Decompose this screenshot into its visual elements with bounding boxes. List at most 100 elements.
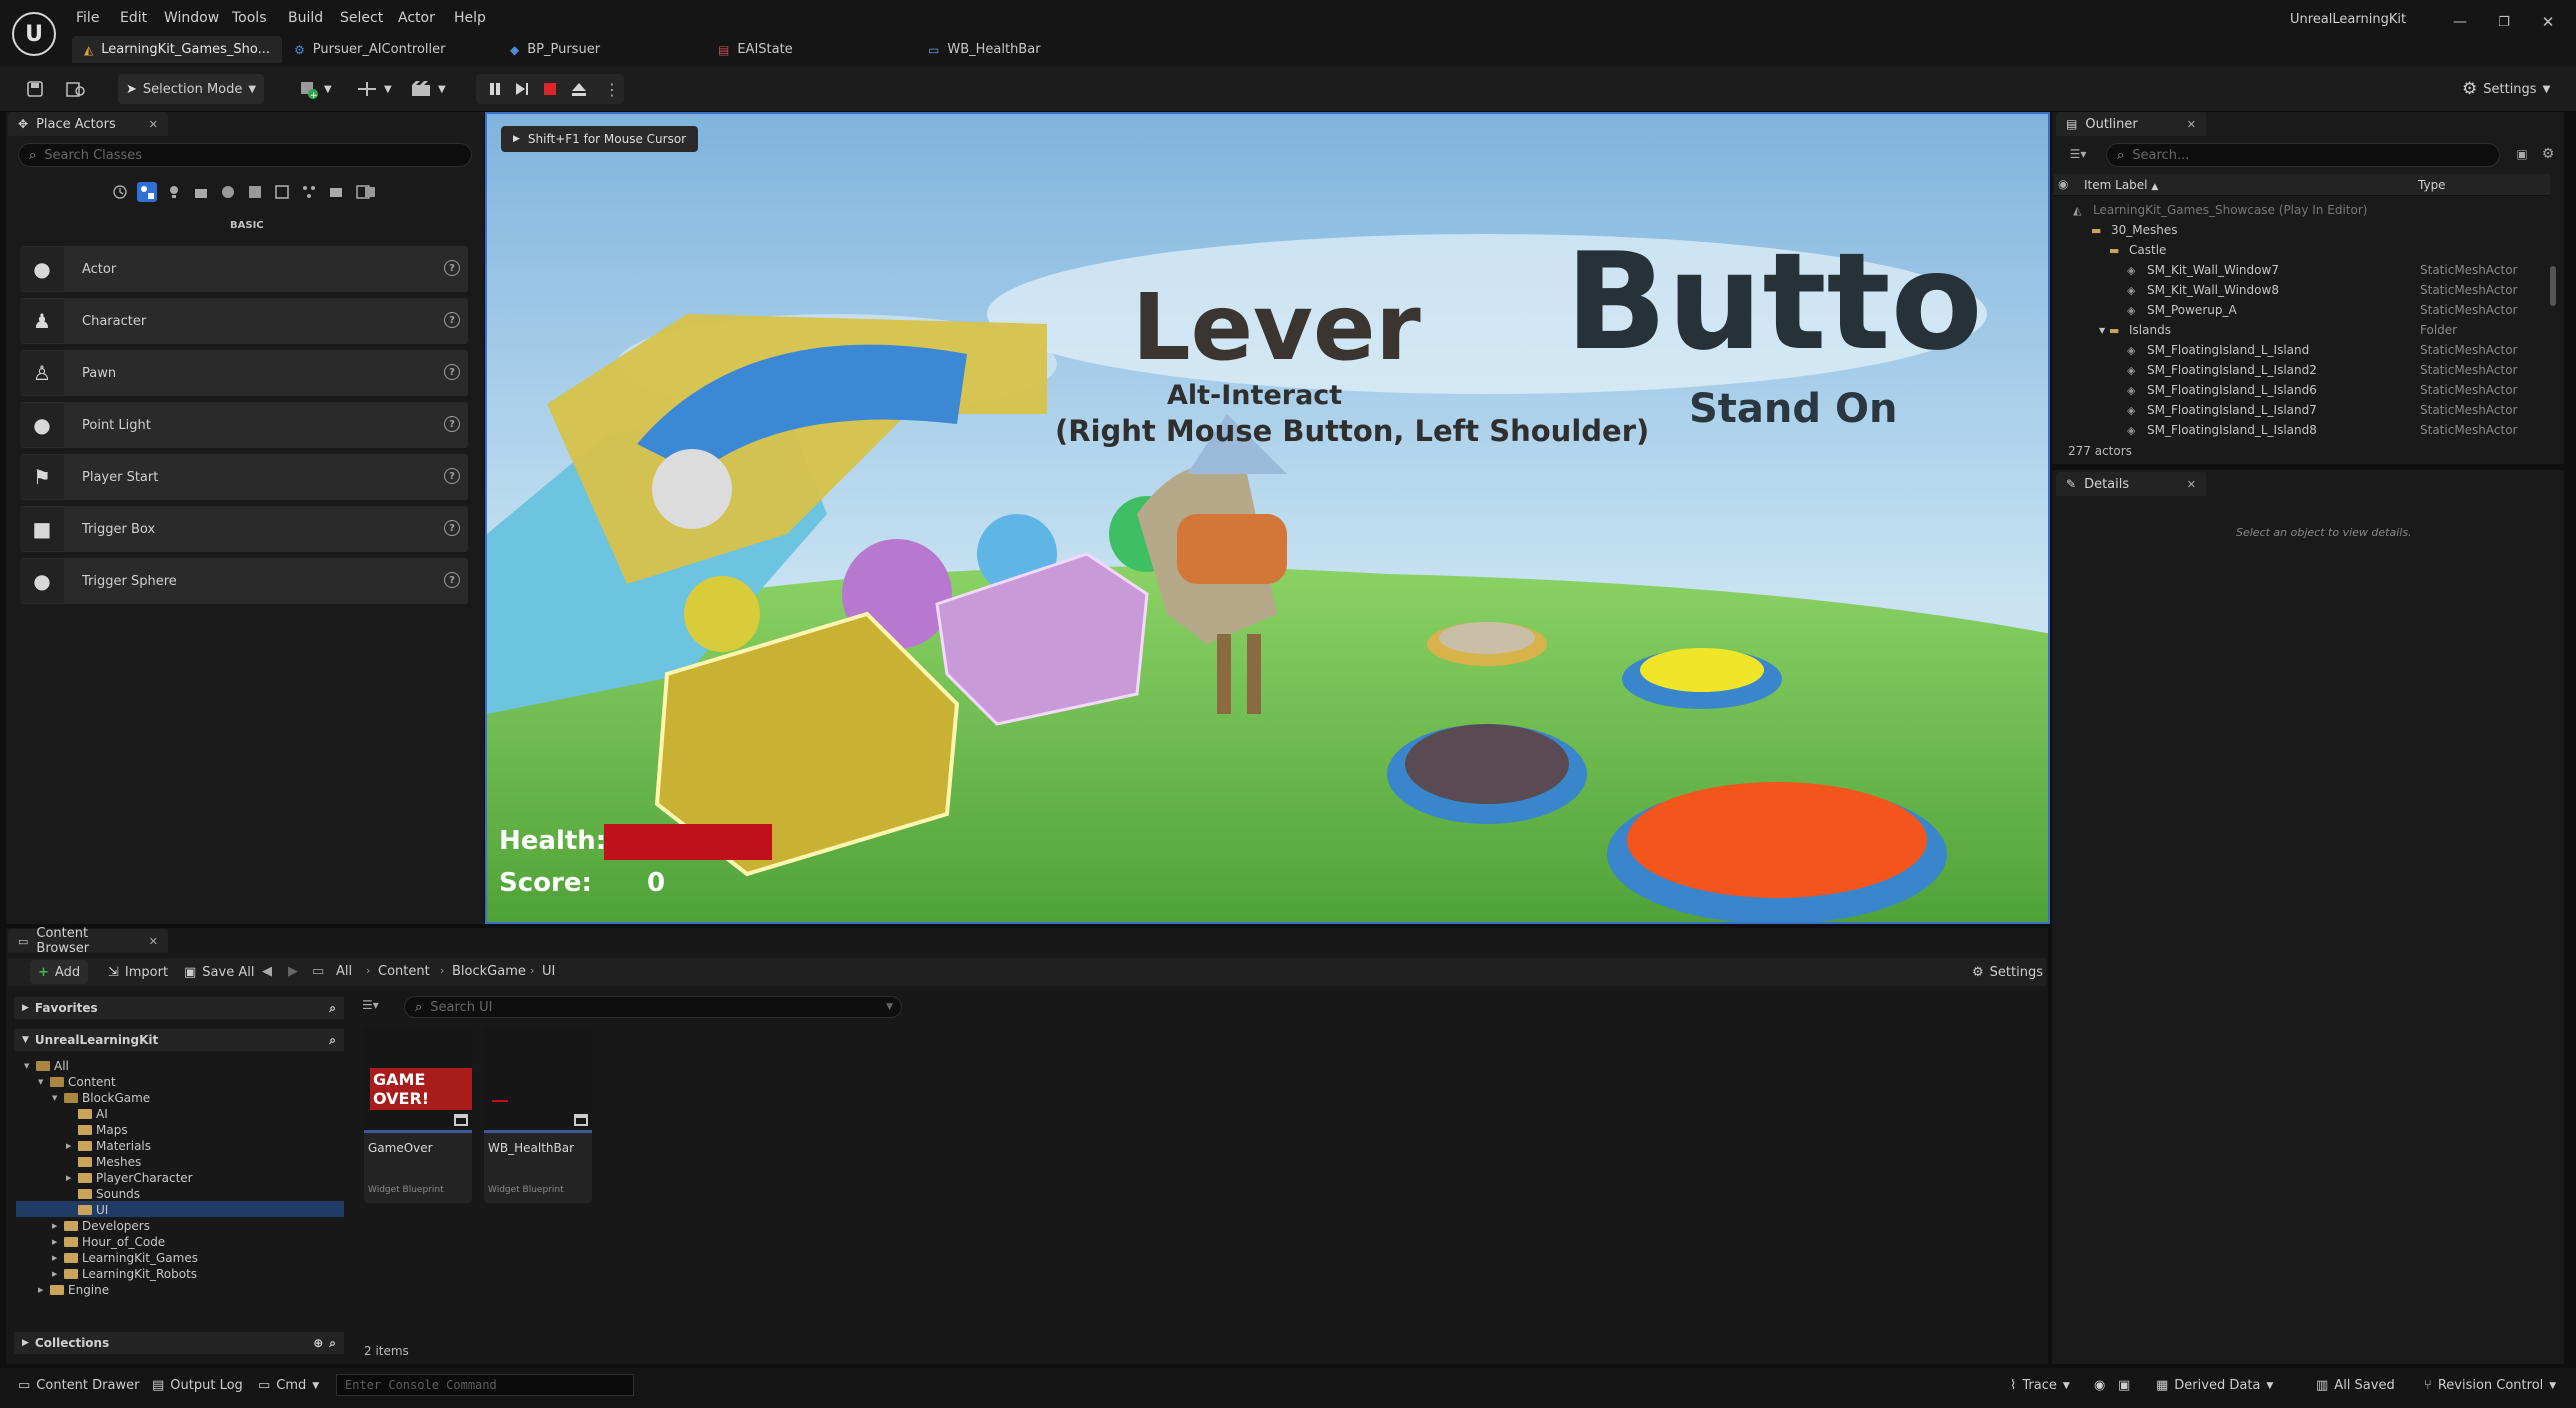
asset-tile[interactable]: GAME OVER! GameOver Widget Blueprint xyxy=(364,1028,472,1203)
actor-item-actor[interactable]: ● Actor? xyxy=(20,246,468,292)
actor-item-point-light[interactable]: ● Point Light? xyxy=(20,402,468,448)
tree-item-meshes[interactable]: Meshes xyxy=(66,1154,141,1170)
close-icon[interactable]: ✕ xyxy=(2187,478,2196,491)
chevron-down-icon[interactable]: ▼ xyxy=(886,1002,893,1012)
import-button[interactable]: ⇲ Import xyxy=(100,960,176,984)
tab-1[interactable]: ⚙ Pursuer_AIController xyxy=(282,36,458,63)
trace-dropdown[interactable]: ⌇ Trace ▼ xyxy=(2010,1378,2070,1393)
tree-item-learningkit-games[interactable]: ▶ LearningKit_Games xyxy=(52,1250,198,1266)
browse-icon[interactable] xyxy=(58,74,94,104)
shapes-category-icon[interactable] xyxy=(326,182,346,202)
chevron-down-icon[interactable]: ▼ xyxy=(38,1078,46,1086)
all-classes-category-icon[interactable] xyxy=(299,182,319,202)
tab-0[interactable]: ◭ LearningKit_Games_Sho... xyxy=(72,36,282,63)
derived-data-button[interactable]: ▦ Derived Data ▼ xyxy=(2156,1378,2273,1393)
filter-icon[interactable]: ☰▾ xyxy=(362,998,379,1012)
actor-item-pawn[interactable]: ♙ Pawn? xyxy=(20,350,468,396)
more-options-icon[interactable]: ⋮ xyxy=(596,74,628,104)
tree-item-sounds[interactable]: Sounds xyxy=(66,1186,140,1202)
unreal-logo-icon[interactable]: U xyxy=(12,12,56,56)
tab-content-browser[interactable]: ▭ Content Browser ✕ xyxy=(8,926,168,956)
basic-category-icon[interactable] xyxy=(137,182,157,202)
help-icon[interactable]: ? xyxy=(444,572,460,588)
menu-window[interactable]: Window xyxy=(164,10,219,26)
asset-tile[interactable]: WB_HealthBar Widget Blueprint xyxy=(484,1028,592,1203)
help-icon[interactable]: ? xyxy=(444,468,460,484)
tree-item-maps[interactable]: Maps xyxy=(66,1122,128,1138)
chevron-down-icon[interactable]: ▼ xyxy=(24,1062,32,1070)
console-input[interactable]: Enter Console Command xyxy=(336,1374,634,1396)
search-icon[interactable]: ⌕ xyxy=(329,1001,336,1016)
menu-tools[interactable]: Tools xyxy=(232,10,267,26)
output-log-button[interactable]: ▤ Output Log xyxy=(152,1378,243,1393)
search-classes-input[interactable]: ⌕ Search Classes xyxy=(18,143,472,167)
tree-item-ui[interactable]: UI xyxy=(66,1202,108,1218)
tree-item-playercharacter[interactable]: ▶ PlayerCharacter xyxy=(66,1170,193,1186)
visual-effects-category-icon[interactable] xyxy=(218,182,238,202)
breadcrumb-item-all[interactable]: All xyxy=(336,964,352,979)
outliner-row[interactable]: ◈ SM_Powerup_A StaticMeshActor xyxy=(2055,300,2555,320)
breadcrumb-item-content[interactable]: Content xyxy=(378,964,430,979)
outliner-row[interactable]: ▼ ▬ Islands Folder xyxy=(2055,320,2555,340)
menu-file[interactable]: File xyxy=(76,10,99,26)
menu-actor[interactable]: Actor xyxy=(398,10,435,26)
tab-3[interactable]: ▤ EAIState xyxy=(706,36,805,63)
all-saved-button[interactable]: ▥ All Saved xyxy=(2316,1378,2395,1393)
chevron-right-icon[interactable]: ▶ xyxy=(66,1142,74,1150)
extras-category-icon[interactable] xyxy=(360,182,380,202)
settings-button[interactable]: ⚙ Settings ▼ xyxy=(2454,74,2558,104)
lights-category-icon[interactable] xyxy=(164,182,184,202)
outliner-row[interactable]: ◈ SM_FloatingIsland_L_Island StaticMeshAct… xyxy=(2055,340,2555,360)
item-label-header[interactable]: Item Label ▲ xyxy=(2084,178,2158,192)
actor-item-trigger-box[interactable]: ■ Trigger Box? xyxy=(20,506,468,552)
actor-item-character[interactable]: ♟ Character? xyxy=(20,298,468,344)
outliner-row[interactable]: ◈ SM_FloatingIsland_L_Island8 StaticMeshAc… xyxy=(2055,420,2555,440)
outliner-row[interactable]: ◈ SM_Kit_Wall_Window8 StaticMeshActor xyxy=(2055,280,2555,300)
outliner-row[interactable]: ▬ 30_Meshes xyxy=(2055,220,2555,240)
save-all-button[interactable]: ▣ Save All xyxy=(176,960,262,984)
restore-button[interactable]: ❐ xyxy=(2492,12,2516,32)
mouse-cursor-hint[interactable]: ▶ Shift+F1 for Mouse Cursor xyxy=(501,126,699,152)
help-icon[interactable]: ? xyxy=(444,416,460,432)
cinematics-dropdown[interactable]: ▼ xyxy=(402,74,454,104)
add-collection-icon[interactable]: ⊕ xyxy=(313,1336,323,1350)
outliner-row[interactable]: ◈ SM_FloatingIsland_L_Island6 StaticMeshAc… xyxy=(2055,380,2555,400)
tree-item-ai[interactable]: AI xyxy=(66,1106,108,1122)
cinematic-category-icon[interactable] xyxy=(191,182,211,202)
outliner-search-input[interactable]: ⌕ Search... xyxy=(2106,143,2500,167)
breadcrumb-item-ui[interactable]: UI xyxy=(542,964,555,979)
add-button[interactable]: + Add xyxy=(30,960,89,984)
collections-section[interactable]: ▶ Collections ⊕ ⌕ xyxy=(14,1332,344,1354)
add-folder-icon[interactable]: ▣ xyxy=(2512,144,2532,164)
filter-icon[interactable]: ☰▾ xyxy=(2062,144,2094,164)
gear-icon[interactable]: ⚙ xyxy=(2538,144,2558,164)
outliner-row[interactable]: ◈ SM_FloatingIsland_L_Island2 StaticMeshAc… xyxy=(2055,360,2555,380)
menu-select[interactable]: Select xyxy=(340,10,383,26)
tree-item-developers[interactable]: ▶ Developers xyxy=(52,1218,150,1234)
folder-icon[interactable]: ▭ xyxy=(312,964,324,979)
close-icon[interactable]: ✕ xyxy=(2187,118,2196,131)
content-search-input[interactable]: ⌕ Search UI ▼ xyxy=(404,996,902,1018)
outliner-row[interactable]: ◭ LearningKit_Games_Showcase (Play In Edi… xyxy=(2055,200,2555,220)
menu-build[interactable]: Build xyxy=(288,10,323,26)
help-icon[interactable]: ? xyxy=(444,364,460,380)
help-icon[interactable]: ? xyxy=(444,260,460,276)
search-icon[interactable]: ⌕ xyxy=(329,1336,336,1351)
tab-outliner[interactable]: ▤ Outliner ✕ xyxy=(2056,112,2206,136)
chevron-right-icon[interactable]: ▶ xyxy=(66,1174,74,1182)
tree-item-blockgame[interactable]: ▼ BlockGame xyxy=(52,1090,150,1106)
cmd-dropdown[interactable]: ▭ Cmd ▼ xyxy=(258,1378,319,1393)
minimize-button[interactable]: — xyxy=(2448,12,2472,32)
outliner-row[interactable]: ◈ SM_FloatingIsland_L_Island7 StaticMeshAc… xyxy=(2055,400,2555,420)
snap-tools-dropdown[interactable]: ▼ xyxy=(348,74,400,104)
record-icon[interactable]: ◉ xyxy=(2094,1378,2105,1393)
revision-control-button[interactable]: ⑂ Revision Control ▼ xyxy=(2424,1378,2556,1393)
chevron-right-icon[interactable]: ▶ xyxy=(52,1270,60,1278)
geometry-category-icon[interactable] xyxy=(245,182,265,202)
camera-icon[interactable]: ▣ xyxy=(2118,1378,2130,1393)
breadcrumb-item-blockgame[interactable]: BlockGame xyxy=(452,964,526,979)
selection-mode-dropdown[interactable]: ➤ Selection Mode ▼ xyxy=(118,74,265,104)
tab-4[interactable]: ▭ WB_HealthBar xyxy=(916,36,1053,63)
eject-button[interactable] xyxy=(562,74,596,104)
history-back-icon[interactable]: ◀ xyxy=(262,964,272,979)
